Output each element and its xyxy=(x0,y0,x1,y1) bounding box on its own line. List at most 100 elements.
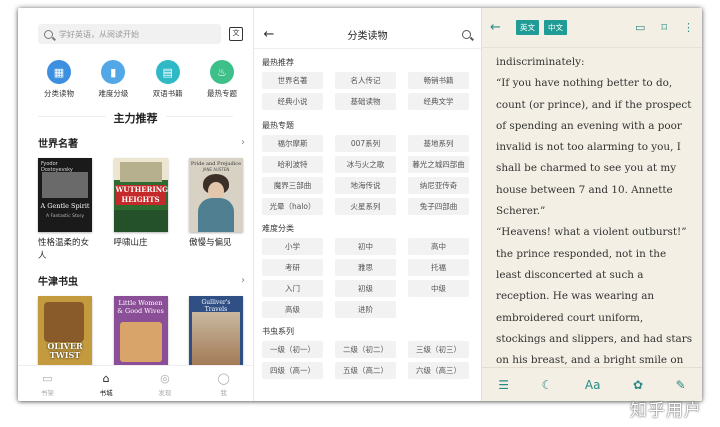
font-size-icon[interactable]: Aa xyxy=(585,378,601,392)
search-placeholder: 学好英语，从阅读开始 xyxy=(59,29,139,39)
category-chip[interactable]: 暮光之城四部曲 xyxy=(408,156,469,173)
compass-icon: ◎ xyxy=(160,372,170,385)
category-chip[interactable]: 四级（高一） xyxy=(262,362,323,379)
more-vertical-icon[interactable]: ⋮ xyxy=(683,21,694,34)
category-levels[interactable]: ▮ 难度分级 xyxy=(88,60,138,99)
comment-icon[interactable]: ▭ xyxy=(635,21,645,34)
category-chip[interactable]: 入门 xyxy=(262,280,323,297)
category-classified[interactable]: ▦ 分类读物 xyxy=(34,60,84,99)
search-row: 学好英语，从阅读开始 文 xyxy=(38,24,243,44)
book-cover: WUTHERING HEIGHTS xyxy=(113,158,168,232)
translate-icon[interactable]: 文 xyxy=(229,27,243,41)
category-header: ← 分类读物 xyxy=(254,22,481,46)
watermark: 知乎用户 xyxy=(630,401,702,421)
tab-label: 发现 xyxy=(158,389,172,397)
home-icon: ⌂ xyxy=(102,372,110,385)
category-chip[interactable]: 二级（初二） xyxy=(335,341,396,358)
fire-icon: ♨ xyxy=(209,60,234,84)
bookshelf-icon: ▭ xyxy=(42,372,53,385)
category-chip[interactable]: 中级 xyxy=(408,280,469,297)
annotate-icon[interactable]: ✎ xyxy=(676,378,686,392)
row-header-bookworm[interactable]: 牛津书虫 › xyxy=(38,273,245,288)
toc-icon[interactable]: ☰ xyxy=(498,378,509,392)
category-chip[interactable]: 福尔摩斯 xyxy=(262,135,323,152)
tab-bookstore[interactable]: ⌂ 书城 xyxy=(77,366,136,401)
book-item[interactable]: OLIVER TWIST xyxy=(38,296,94,370)
category-chip[interactable]: 魔界三部曲 xyxy=(262,177,323,194)
category-chip[interactable]: 雅思 xyxy=(335,259,396,276)
book-item[interactable]: WUTHERING HEIGHTS 呼啸山庄 xyxy=(113,158,170,263)
category-chip[interactable]: 畅销书籍 xyxy=(408,72,469,89)
book-cover: Gulliver's Travels xyxy=(189,296,243,370)
group-difficulty: 难度分类 小学 初中 高中 考研 雅思 托福 入门 初级 中级 高级 进阶 xyxy=(262,223,475,318)
category-label: 分类读物 xyxy=(44,89,74,98)
back-arrow-icon[interactable]: ← xyxy=(254,27,284,42)
category-chip[interactable]: 007系列 xyxy=(335,135,396,152)
search-button[interactable] xyxy=(451,29,481,39)
search-icon xyxy=(461,29,471,39)
paragraph: “If you have nothing better to do, count… xyxy=(496,77,692,218)
page-title: 分类读物 xyxy=(347,30,388,42)
bookmark-icon[interactable]: ⌑ xyxy=(661,21,667,34)
category-chip[interactable]: 六级（高三） xyxy=(408,362,469,379)
category-bilingual[interactable]: ▤ 双语书籍 xyxy=(143,60,193,99)
category-chip[interactable]: 考研 xyxy=(262,259,323,276)
category-chip[interactable]: 高中 xyxy=(408,238,469,255)
paragraph: indiscriminately: xyxy=(496,56,585,68)
back-arrow-icon[interactable]: ← xyxy=(490,20,516,35)
category-chip[interactable]: 经典小说 xyxy=(262,93,323,110)
tab-label: 书架 xyxy=(40,389,54,397)
category-chip[interactable]: 名人传记 xyxy=(335,72,396,89)
category-chip[interactable]: 世界名著 xyxy=(262,72,323,89)
book-cover: OLIVER TWIST xyxy=(38,296,92,370)
lang-english-button[interactable]: 英文 xyxy=(516,20,539,35)
book-title: 傲慢与偏见 xyxy=(189,238,232,248)
category-chip[interactable]: 托福 xyxy=(408,259,469,276)
category-chip[interactable]: 兔子四部曲 xyxy=(408,198,469,215)
row-title: 世界名著 xyxy=(38,139,78,150)
category-chip[interactable]: 三级（初三） xyxy=(408,341,469,358)
category-chip[interactable]: 火星系列 xyxy=(335,198,396,215)
category-chip[interactable]: 基地系列 xyxy=(408,135,469,152)
row-title: 牛津书虫 xyxy=(38,277,78,288)
category-chip[interactable]: 光晕（halo） xyxy=(262,198,323,215)
lang-chinese-button[interactable]: 中文 xyxy=(544,20,567,35)
home-screen: 学好英语，从阅读开始 文 ▦ 分类读物 ▮ 难度分级 ▤ 双语书籍 ♨ 最热专题 xyxy=(18,8,253,401)
book-item[interactable]: Pride and Prejudice JANE AUSTEN 傲慢与偏见 xyxy=(189,158,245,263)
category-chip[interactable]: 一级（初一） xyxy=(262,341,323,358)
category-shortcuts: ▦ 分类读物 ▮ 难度分级 ▤ 双语书籍 ♨ 最热专题 xyxy=(34,60,247,99)
category-chip[interactable]: 基础读物 xyxy=(335,93,396,110)
category-chip[interactable]: 初级 xyxy=(335,280,396,297)
category-chip[interactable]: 地海传说 xyxy=(335,177,396,194)
category-chip[interactable]: 哈利波特 xyxy=(262,156,323,173)
search-input[interactable]: 学好英语，从阅读开始 xyxy=(38,24,221,44)
screenshot-frame: 学好英语，从阅读开始 文 ▦ 分类读物 ▮ 难度分级 ▤ 双语书籍 ♨ 最热专题 xyxy=(18,8,702,401)
category-chip[interactable]: 五级（高二） xyxy=(335,362,396,379)
row-header-classics[interactable]: 世界名著 › xyxy=(38,135,245,150)
book-item[interactable]: Gulliver's Travels xyxy=(189,296,245,370)
tab-bookshelf[interactable]: ▭ 书架 xyxy=(18,366,77,401)
book-cover: Pride and Prejudice JANE AUSTEN xyxy=(189,158,243,232)
tab-me[interactable]: ◯ 我 xyxy=(194,366,253,401)
group-hot-topics: 最热专题 福尔摩斯 007系列 基地系列 哈利波特 冰与火之歌 暮光之城四部曲 … xyxy=(262,120,475,215)
book-item[interactable]: Little Women & Good Wives xyxy=(113,296,170,370)
category-chip[interactable]: 冰与火之歌 xyxy=(335,156,396,173)
theme-icon[interactable]: ✿ xyxy=(633,378,643,392)
night-mode-icon[interactable]: ☾ xyxy=(542,378,553,392)
category-hot[interactable]: ♨ 最热专题 xyxy=(197,60,247,99)
category-chip[interactable]: 进阶 xyxy=(335,301,396,318)
search-icon xyxy=(44,29,53,39)
book-row-bookworm: OLIVER TWIST Little Women & Good Wives G… xyxy=(38,296,245,370)
tab-discover[interactable]: ◎ 发现 xyxy=(136,366,195,401)
book-item[interactable]: Fyodor Dostoyevsky A Gentle Spirit A Fan… xyxy=(38,158,94,263)
reader-content: indiscriminately: “If you have nothing b… xyxy=(496,52,694,393)
category-chip[interactable]: 初中 xyxy=(335,238,396,255)
category-chip[interactable]: 高级 xyxy=(262,301,323,318)
category-chip[interactable]: 经典文学 xyxy=(408,93,469,110)
group-hot-recommend: 最热推荐 世界名著 名人传记 畅销书籍 经典小说 基础读物 经典文学 xyxy=(262,57,475,110)
book-title: 呼啸山庄 xyxy=(113,238,148,248)
category-chip[interactable]: 纳尼亚传奇 xyxy=(408,177,469,194)
category-chip[interactable]: 小学 xyxy=(262,238,323,255)
group-bookworm: 书虫系列 一级（初一） 二级（初二） 三级（初三） 四级（高一） 五级（高二） … xyxy=(262,326,475,379)
group-title: 难度分类 xyxy=(262,224,294,233)
